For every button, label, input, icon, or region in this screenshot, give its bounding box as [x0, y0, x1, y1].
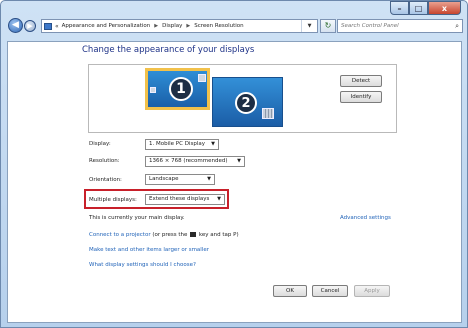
breadcrumb-appearance[interactable]: Appearance and Personalization: [62, 23, 151, 29]
advanced-settings-link[interactable]: Advanced settings: [340, 215, 391, 221]
resolution-select-value: 1366 × 768 (recommended): [149, 158, 228, 164]
desktop-icon: [150, 87, 156, 93]
address-bar[interactable]: « Appearance and Personalization ▶ Displ…: [41, 19, 318, 33]
breadcrumb-separator-icon[interactable]: ▶: [154, 23, 158, 29]
monitor-1-screen: 1: [148, 71, 207, 107]
minimize-button[interactable]: –: [390, 1, 409, 15]
search-input[interactable]: [341, 23, 456, 29]
page-title: Change the appearance of your displays: [82, 45, 255, 55]
breadcrumb-screen-resolution[interactable]: Screen Resolution: [194, 23, 243, 29]
breadcrumb-overflow[interactable]: «: [55, 23, 59, 30]
display-select-value: 1. Mobile PC Display: [149, 141, 205, 147]
back-button[interactable]: ◀: [8, 18, 23, 33]
identify-button[interactable]: Identify: [340, 91, 382, 103]
control-panel-icon: [44, 22, 52, 30]
projector-row: Connect to a projector (or press the key…: [89, 232, 239, 238]
main-display-note: This is currently your main display.: [89, 215, 185, 221]
resolution-label: Resolution:: [89, 158, 120, 164]
close-button[interactable]: x: [428, 1, 461, 15]
multiple-displays-select-value: Extend these displays: [149, 196, 210, 202]
chevron-down-icon: ▼: [211, 141, 215, 147]
monitor-2-number: 2: [235, 92, 257, 114]
cancel-button[interactable]: Cancel: [312, 285, 348, 297]
orientation-select[interactable]: Landscape ▼: [145, 174, 215, 185]
search-box[interactable]: ⌕: [337, 19, 463, 33]
caption-buttons: – □ x: [390, 1, 461, 15]
chevron-down-icon: ▼: [237, 158, 241, 164]
display-settings-help-link[interactable]: What display settings should I choose?: [89, 262, 196, 268]
text-size-link[interactable]: Make text and other items larger or smal…: [89, 247, 209, 253]
multiple-displays-label: Multiple displays:: [89, 197, 137, 203]
detect-button[interactable]: Detect: [340, 75, 382, 87]
forward-button[interactable]: ▶: [24, 20, 36, 32]
monitor-2[interactable]: 2: [212, 77, 283, 127]
ok-button[interactable]: OK: [273, 285, 307, 297]
chevron-down-icon: ▼: [207, 176, 211, 182]
display-label: Display:: [89, 141, 111, 147]
orientation-label: Orientation:: [89, 177, 122, 183]
address-dropdown-icon[interactable]: ▼: [301, 20, 317, 32]
breadcrumb-separator-icon[interactable]: ▶: [186, 23, 190, 29]
search-icon[interactable]: ⌕: [455, 22, 459, 31]
refresh-button[interactable]: ↻: [320, 19, 336, 33]
keyboard-icon: [262, 108, 274, 119]
chevron-down-icon: ▼: [217, 196, 221, 202]
desktop-icon: [198, 74, 206, 82]
windows-key-icon: [190, 232, 197, 237]
breadcrumb-display[interactable]: Display: [162, 23, 182, 29]
display-select[interactable]: 1. Mobile PC Display ▼: [145, 139, 219, 150]
projector-note-pre: (or press the: [152, 232, 188, 238]
apply-button[interactable]: Apply: [354, 285, 390, 297]
resolution-select[interactable]: 1366 × 768 (recommended) ▼: [145, 156, 245, 167]
monitor-1[interactable]: 1: [145, 68, 210, 110]
multiple-displays-select[interactable]: Extend these displays ▼: [145, 194, 225, 205]
orientation-select-value: Landscape: [149, 176, 179, 182]
projector-note-post: key and tap P): [198, 232, 239, 238]
monitor-1-number: 1: [169, 77, 193, 101]
connect-projector-link[interactable]: Connect to a projector: [89, 232, 151, 238]
maximize-button[interactable]: □: [409, 1, 428, 15]
